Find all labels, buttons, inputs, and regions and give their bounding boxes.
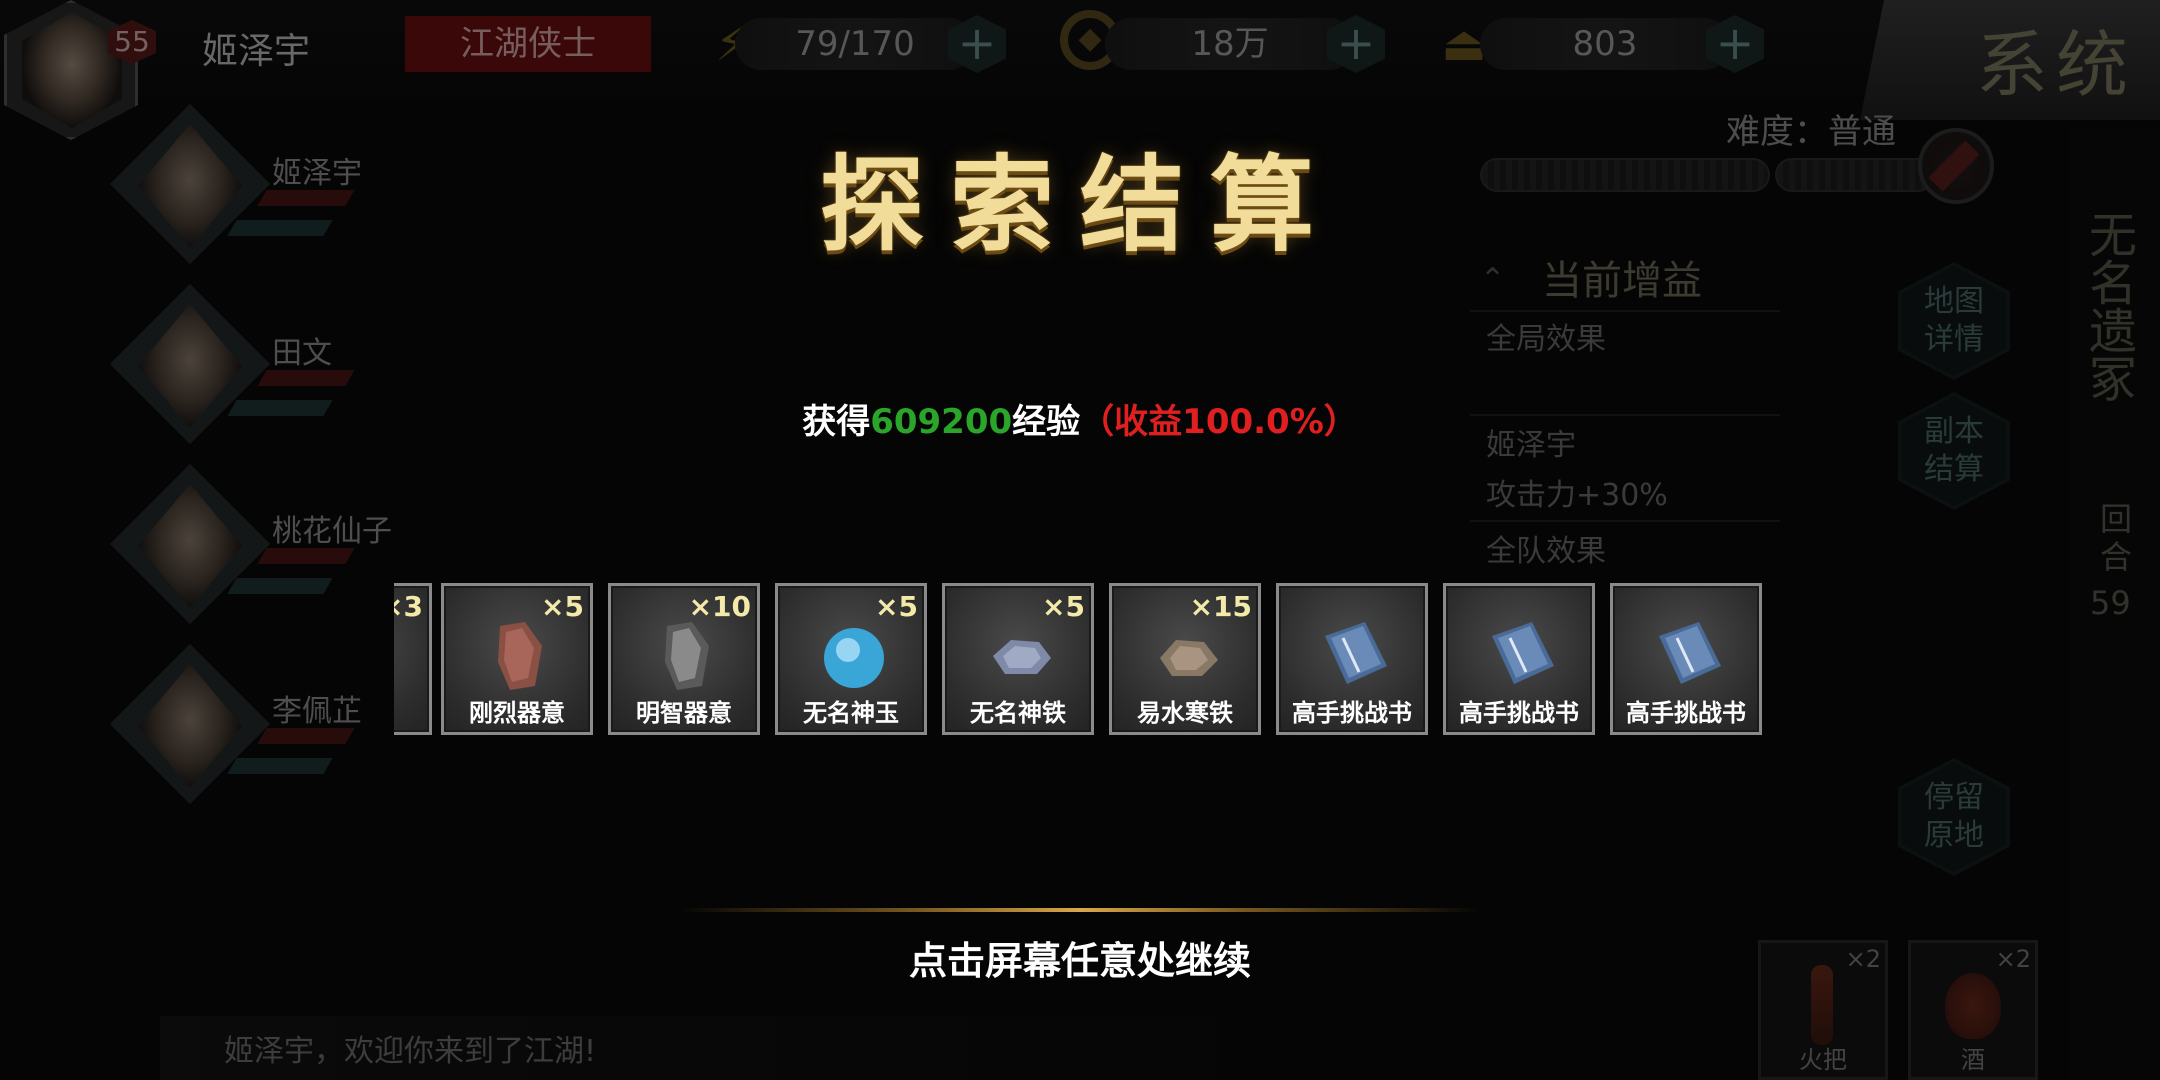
reward-name: 无名神玉 (803, 699, 899, 727)
exp-value: 609200 (870, 402, 1013, 442)
reward-item[interactable]: ×5 刚烈器意 (441, 583, 593, 735)
exp-prefix: 获得 (802, 402, 871, 442)
reward-count: ×5 (875, 590, 918, 623)
reward-item[interactable]: 高手挑战书 (1276, 583, 1428, 735)
reward-count: ×5 (541, 590, 584, 623)
red-ore-icon (480, 616, 560, 696)
blue-iron-icon (981, 616, 1061, 696)
grey-ore-icon (647, 616, 727, 696)
book-icon (1482, 616, 1562, 696)
book-icon (1315, 616, 1395, 696)
reward-name: 高手挑战书 (1626, 699, 1746, 727)
reward-name: 无名神铁 (970, 699, 1066, 727)
reward-name: 明智器意 (636, 699, 732, 727)
reward-item[interactable]: ×15 易水寒铁 (1109, 583, 1261, 735)
reward-item[interactable]: ×5 无名神玉 (775, 583, 927, 735)
gold-divider (680, 908, 1480, 912)
brown-iron-icon (1148, 616, 1228, 696)
reward-name: 高手挑战书 (1292, 699, 1412, 727)
settlement-title: 探索结算 (819, 143, 1340, 266)
reward-name: 高手挑战书 (1459, 699, 1579, 727)
exp-suffix: 经验 (1012, 402, 1081, 442)
reward-item[interactable]: ×5 无名神铁 (942, 583, 1094, 735)
exp-gain-text: 获得609200经验（收益100.0%） (0, 394, 2160, 443)
reward-item[interactable]: 高手挑战书 (1610, 583, 1762, 735)
reward-name: 易水寒铁 (1137, 699, 1233, 727)
reward-count: ×10 (688, 590, 751, 623)
tap-to-continue[interactable]: 点击屏幕任意处继续 (0, 930, 2160, 985)
reward-item[interactable]: ×10 明智器意 (608, 583, 760, 735)
book-icon (1649, 616, 1729, 696)
reward-list[interactable]: ×3 ×5 刚烈器意 ×10 明智器意 ×5 无名神玉 ×5 无名神铁 ×15 … (394, 583, 1764, 737)
reward-item[interactable]: ×3 (394, 583, 432, 735)
gain-rate: （收益100.0%） (1080, 402, 1358, 442)
reward-count: ×15 (1189, 590, 1252, 623)
reward-count: ×3 (394, 590, 423, 623)
reward-count: ×5 (1042, 590, 1085, 623)
reward-item[interactable]: 高手挑战书 (1443, 583, 1595, 735)
reward-name: 刚烈器意 (469, 699, 565, 727)
blue-orb-icon (814, 616, 894, 696)
